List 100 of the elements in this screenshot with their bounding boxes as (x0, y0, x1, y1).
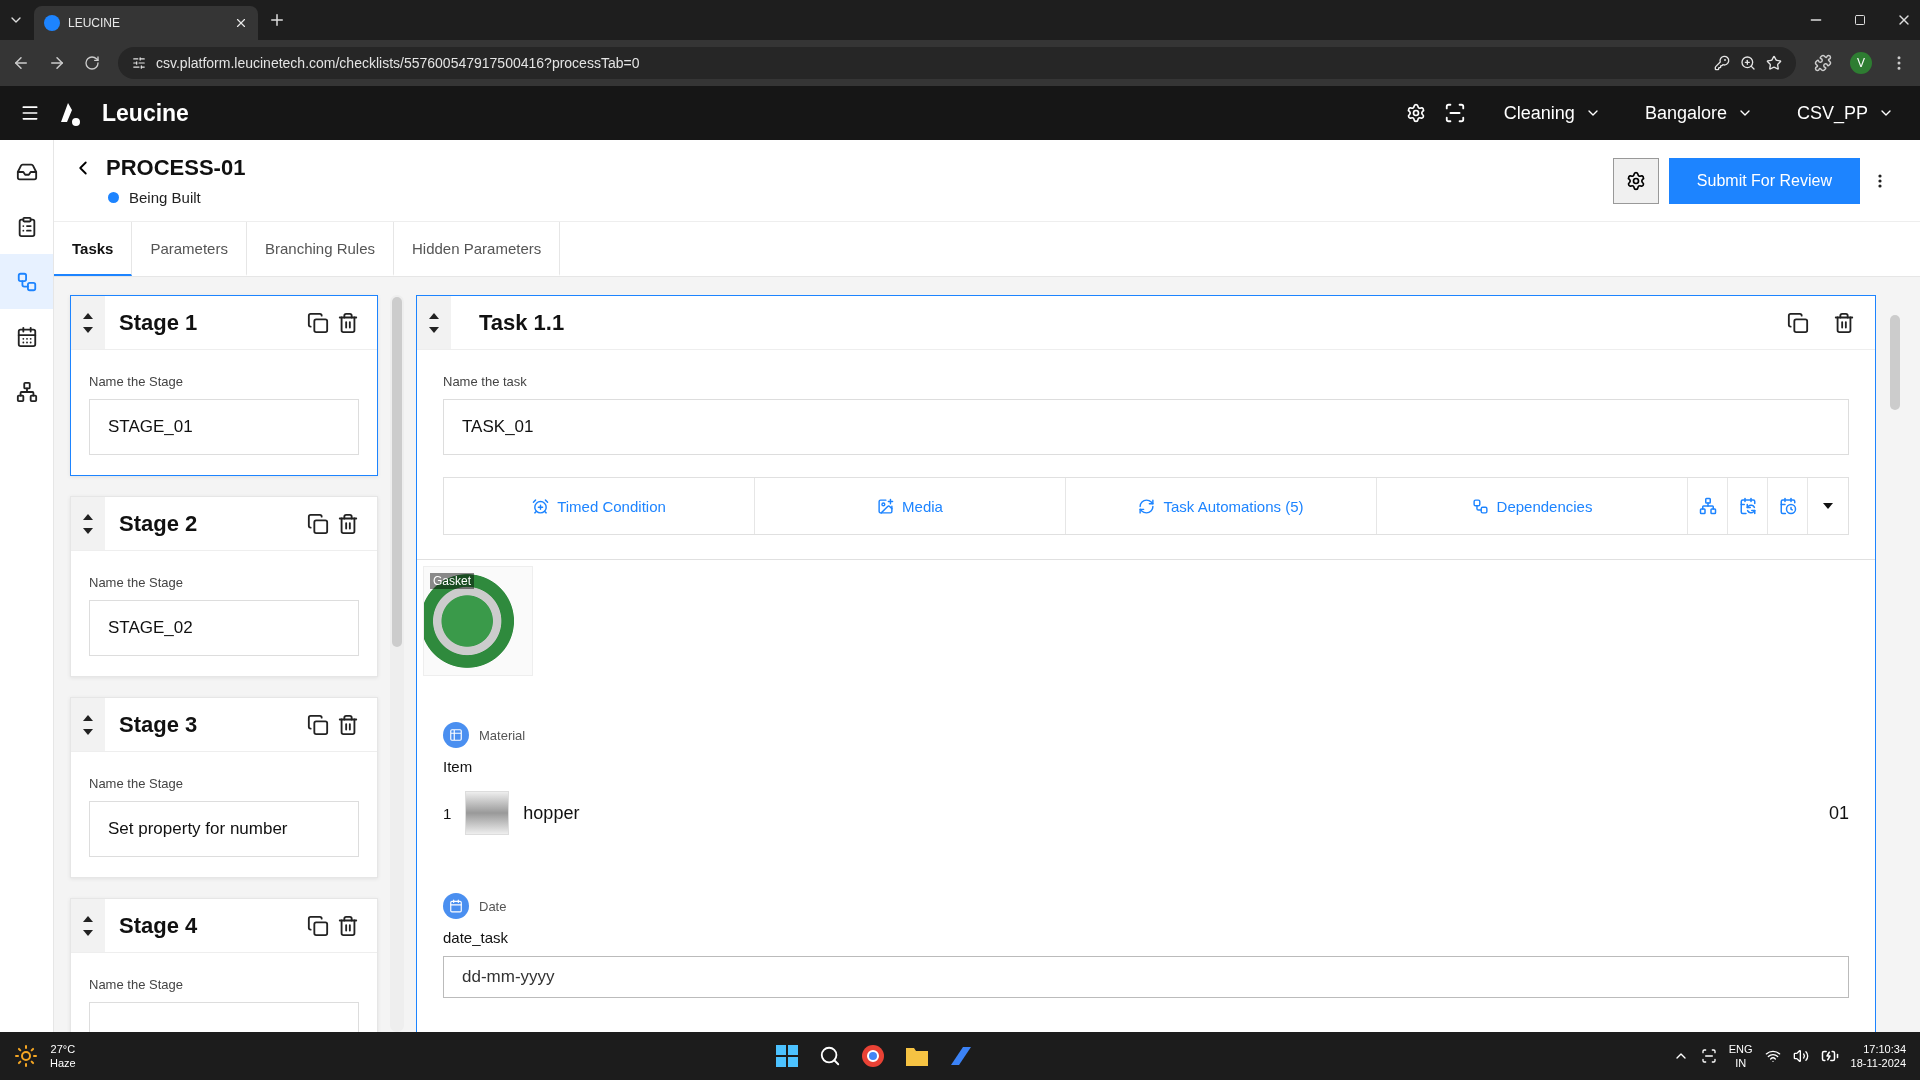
header-dropdown[interactable]: Bangalore (1638, 101, 1759, 125)
extensions-icon[interactable] (1814, 54, 1832, 72)
zoom-icon[interactable] (1740, 55, 1756, 71)
tab-title: LEUCINE (68, 16, 120, 30)
calendar-clock-icon (1778, 497, 1797, 515)
hierarchy-icon (1698, 497, 1717, 515)
scan-icon[interactable] (1443, 102, 1466, 124)
more-icon (1878, 173, 1882, 188)
reload-icon[interactable] (84, 55, 100, 71)
temperature: 27°C (50, 1042, 76, 1056)
stage-name-field[interactable]: STAGE_01 (89, 399, 359, 455)
close-tab-icon[interactable] (234, 16, 248, 30)
caret-icon (1823, 503, 1833, 509)
image-icon (877, 497, 895, 515)
restore-icon[interactable] (1854, 14, 1866, 26)
trash-icon (337, 512, 359, 535)
date-field[interactable]: dd-mm-yyyy (443, 956, 1849, 998)
menu-icon[interactable] (20, 103, 40, 123)
calendar-icon (15, 325, 38, 348)
table-icon (443, 722, 469, 748)
move-down-icon[interactable] (83, 527, 93, 534)
key-icon[interactable] (1714, 55, 1730, 71)
photo-placeholder (465, 791, 510, 835)
move-up-icon[interactable] (83, 915, 93, 922)
parameter-type: Date (479, 898, 507, 914)
scrollbar-thumb[interactable] (1890, 315, 1900, 410)
parameter-label: Item (443, 758, 474, 775)
trash-icon (337, 713, 359, 736)
move-down-icon[interactable] (83, 728, 93, 735)
clock-time: 17:10:34 (1863, 1042, 1906, 1056)
site-info-icon (132, 56, 146, 70)
url-text: csv.platform.leucinetech.com/checklists/557600547917500416?processTab=0 (156, 55, 640, 71)
calendar-icon (443, 893, 469, 919)
status-text: Being Built (129, 189, 201, 206)
new-tab-icon[interactable] (268, 11, 286, 29)
copy-icon (307, 512, 329, 535)
wifi-icon[interactable] (1764, 1048, 1781, 1064)
media-caption: Gasket (430, 573, 474, 589)
settings-button[interactable] (1612, 157, 1659, 204)
scrollbar-thumb[interactable] (392, 297, 402, 647)
copy-icon (307, 914, 329, 937)
flow-icon (1471, 497, 1489, 515)
settings-icon[interactable] (1405, 103, 1426, 123)
material-quantity: 01 (1828, 802, 1849, 824)
bookmark-icon[interactable] (1766, 55, 1782, 71)
process-title: PROCESS-01 (106, 155, 246, 181)
header-dropdown[interactable]: CSV_PP (1790, 101, 1900, 125)
move-down-icon[interactable] (429, 326, 439, 333)
field-label: Name the Stage (89, 776, 184, 791)
forward-icon[interactable] (48, 54, 66, 72)
field-label: Name the Stage (89, 977, 184, 992)
search-icon (819, 1045, 842, 1067)
back-icon[interactable] (12, 54, 30, 72)
process-icon (15, 270, 38, 293)
move-down-icon[interactable] (83, 929, 93, 936)
task-title: Task 1.1 (478, 309, 566, 336)
refresh-icon (1138, 497, 1156, 515)
trash-icon (337, 914, 359, 937)
language: ENG (1728, 1042, 1753, 1056)
move-up-icon[interactable] (83, 513, 93, 520)
parameter-label: date_task (443, 929, 510, 946)
task-name-field[interactable]: TASK_01 (443, 399, 1849, 455)
stage-title: Stage 1 (118, 309, 199, 336)
stage-title: Stage 2 (118, 510, 199, 537)
move-up-icon[interactable] (83, 312, 93, 319)
stage-title: Stage 4 (118, 912, 199, 939)
trash-icon (337, 311, 359, 334)
region: IN (1735, 1056, 1747, 1070)
clock-date: 18-11-2024 (1850, 1056, 1906, 1070)
stage-title: Stage 3 (118, 711, 199, 738)
address-bar[interactable]: csv.platform.leucinetech.com/checklists/557600547917500416?processTab=0 (118, 47, 1796, 79)
copy-icon (307, 713, 329, 736)
copy-icon (1787, 311, 1809, 334)
trash-icon (1833, 311, 1855, 334)
copy-icon (307, 311, 329, 334)
brand-name: Leucine (102, 99, 189, 127)
move-up-icon[interactable] (83, 714, 93, 721)
calendar-sync-icon (1738, 497, 1757, 515)
tab[interactable]: Tasks (54, 222, 133, 276)
row-index: 1 (443, 804, 452, 822)
stage-name-field[interactable]: STAGE_02 (89, 600, 359, 656)
parameter-type: Material (479, 727, 526, 743)
move-down-icon[interactable] (83, 326, 93, 333)
profile-avatar[interactable]: V (1850, 52, 1872, 74)
submit-button[interactable]: Submit For Review (1668, 157, 1860, 204)
field-label: Name the Stage (89, 575, 184, 590)
weather-text: Haze (50, 1056, 76, 1070)
status-dot (108, 192, 119, 203)
hierarchy-icon (15, 380, 38, 403)
header-dropdown[interactable]: Cleaning (1497, 101, 1607, 125)
material-name: hopper (523, 802, 581, 824)
alarm-clock-icon (532, 497, 550, 515)
field-label: Name the Stage (89, 374, 184, 389)
browser-tab[interactable]: LEUCINE (34, 6, 258, 40)
favicon-icon (44, 15, 60, 31)
volume-icon[interactable] (1792, 1048, 1809, 1064)
move-up-icon[interactable] (429, 312, 439, 319)
weather-icon (14, 1044, 38, 1068)
field-label: Name the task (443, 374, 528, 389)
stage-name-field[interactable]: Set property for number (89, 801, 359, 857)
